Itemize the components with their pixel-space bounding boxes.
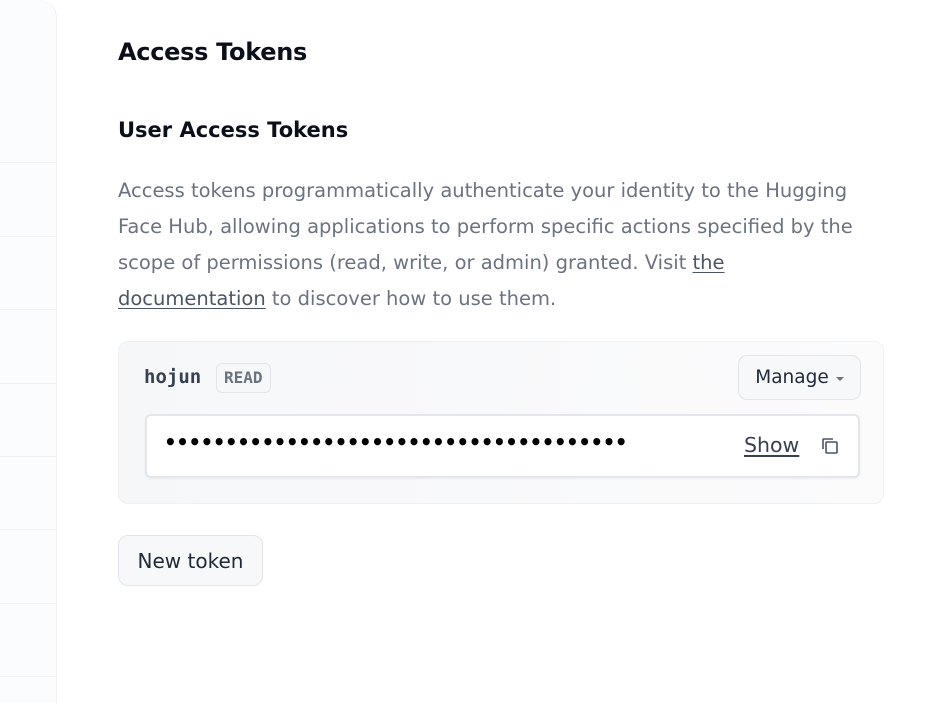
sidebar-divider: [0, 529, 56, 530]
new-token-button[interactable]: New token: [118, 535, 263, 586]
manage-button[interactable]: Manage: [738, 355, 861, 400]
token-name: hojun: [144, 366, 202, 388]
sidebar-divider: [0, 456, 56, 457]
copy-icon[interactable]: [819, 435, 841, 457]
section-description: Access tokens programmatically authentic…: [118, 173, 878, 317]
sidebar-divider: [0, 676, 56, 677]
token-value-field[interactable]: •••••••••••••••••••••••••••••••••••••• S…: [145, 414, 860, 478]
section-title: User Access Tokens: [118, 118, 349, 142]
sidebar: [0, 0, 57, 703]
caret-down-icon: [835, 376, 844, 381]
token-card: hojun READ Manage ••••••••••••••••••••••…: [118, 341, 884, 504]
sidebar-divider: [0, 603, 56, 604]
token-role-badge: READ: [216, 363, 271, 393]
show-token-button[interactable]: Show: [744, 433, 799, 457]
token-masked-value: ••••••••••••••••••••••••••••••••••••••: [164, 430, 628, 454]
sidebar-divider: [0, 162, 56, 163]
description-text-end: to discover how to use them.: [265, 287, 557, 310]
sidebar-divider: [0, 383, 56, 384]
manage-button-label: Manage: [755, 367, 829, 388]
sidebar-divider: [0, 309, 56, 310]
page-title: Access Tokens: [118, 38, 307, 66]
description-text: Access tokens programmatically authentic…: [118, 179, 853, 274]
sidebar-divider: [0, 236, 56, 237]
new-token-button-label: New token: [137, 548, 244, 573]
